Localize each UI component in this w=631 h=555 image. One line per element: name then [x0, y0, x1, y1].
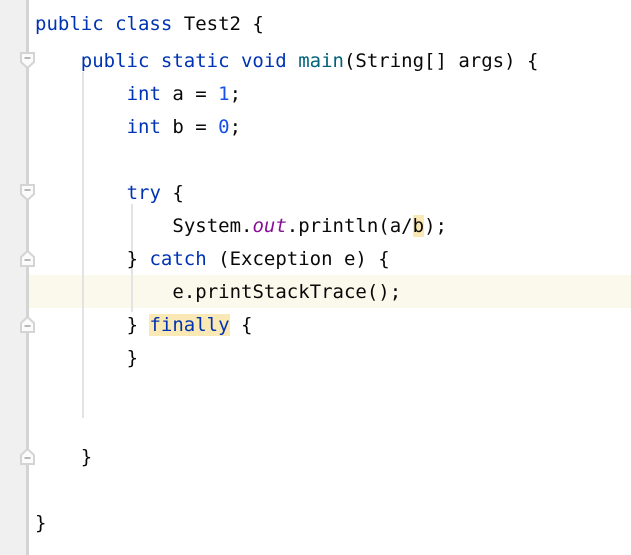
- code-line[interactable]: try {: [127, 177, 184, 210]
- code-line[interactable]: public class Test2 {: [35, 8, 264, 41]
- code-token: {: [229, 314, 253, 336]
- code-line[interactable]: System.out.println(a/b);: [172, 210, 447, 243]
- code-line[interactable]: e.printStackTrace();: [172, 276, 401, 309]
- code-token: .println(a/: [286, 215, 413, 237]
- code-token: public: [80, 50, 150, 72]
- code-token: }: [35, 512, 47, 534]
- code-token: (Exception e) {: [206, 248, 390, 270]
- code-line[interactable]: int b = 0;: [127, 111, 241, 144]
- code-line[interactable]: } finally {: [126, 309, 253, 342]
- code-token: }: [126, 347, 139, 369]
- code-token: int: [126, 116, 161, 138]
- code-token: System.: [172, 215, 253, 237]
- code-editor[interactable]: public class Test2 {public static void m…: [0, 0, 631, 555]
- code-line[interactable]: }: [81, 441, 92, 474]
- code-token: catch: [149, 248, 207, 270]
- code-token: void: [240, 50, 287, 72]
- code-token: try: [126, 182, 161, 204]
- highlighted-token: finally: [149, 314, 230, 336]
- code-token: (String[] args) {: [343, 50, 539, 72]
- code-token: out: [252, 215, 287, 237]
- code-line[interactable]: int a = 1;: [127, 78, 241, 111]
- code-token: a =: [160, 83, 219, 105]
- code-token: public: [35, 13, 104, 35]
- code-text-area[interactable]: public class Test2 {public static void m…: [0, 0, 631, 555]
- highlighted-token: b: [412, 215, 425, 237]
- code-token: b =: [160, 116, 219, 138]
- code-token: }: [126, 314, 150, 336]
- code-token: 1: [218, 83, 230, 105]
- code-line[interactable]: public static void main(String[] args) {: [81, 45, 539, 78]
- code-token: {: [240, 13, 264, 35]
- code-token: int: [126, 83, 161, 105]
- code-line[interactable]: }: [35, 507, 46, 540]
- code-token: ;: [229, 116, 242, 138]
- code-token: }: [80, 446, 93, 468]
- code-token: main: [298, 50, 344, 72]
- code-token: Test2: [183, 13, 241, 35]
- code-token: }: [126, 248, 150, 270]
- code-token: );: [424, 215, 447, 237]
- code-line[interactable]: }: [127, 342, 138, 375]
- code-line[interactable]: } catch (Exception e) {: [127, 243, 390, 276]
- code-token: 0: [218, 116, 230, 138]
- code-token: class: [115, 13, 173, 35]
- code-token: {: [160, 182, 184, 204]
- code-token: e.printStackTrace();: [172, 281, 402, 303]
- code-token: static: [160, 50, 230, 72]
- code-token: ;: [229, 83, 242, 105]
